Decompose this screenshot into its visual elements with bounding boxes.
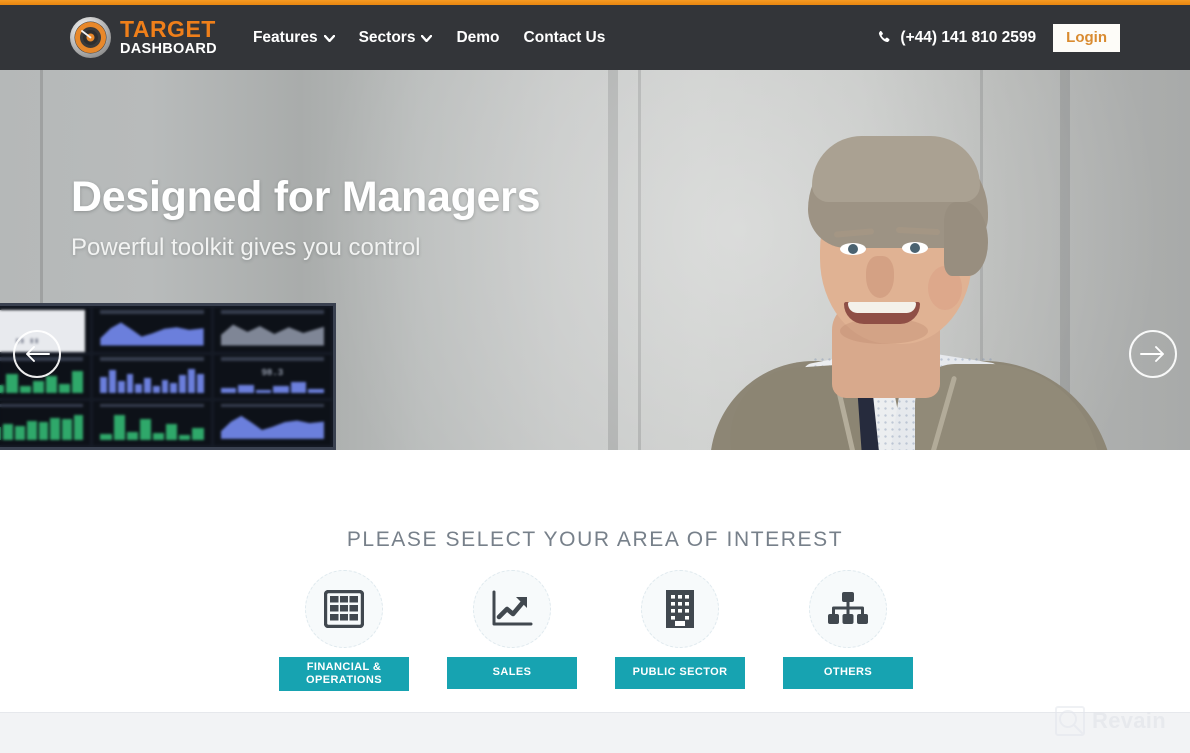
card-icon-circle: [305, 570, 383, 648]
arrow-right-icon: [1140, 345, 1166, 363]
target-dial-icon: [69, 16, 112, 59]
site-navbar: TARGET DASHBOARD Features Sectors Demo C…: [0, 5, 1190, 70]
nav-item-sectors[interactable]: Sectors: [359, 29, 433, 47]
card-label-button[interactable]: PUBLIC SECTOR: [615, 657, 745, 689]
nav-item-demo[interactable]: Demo: [456, 29, 499, 47]
chevron-down-icon: [421, 35, 433, 42]
interest-card-financial-operations[interactable]: FINANCIAL & OPERATIONS: [279, 570, 409, 692]
section-heading: PLEASE SELECT YOUR AREA OF INTEREST: [346, 528, 844, 551]
chevron-down-icon: [323, 35, 335, 42]
primary-nav: Features Sectors Demo Contact Us: [253, 29, 605, 47]
card-icon-circle: [809, 570, 887, 648]
card-label-button[interactable]: SALES: [447, 657, 577, 689]
interest-card-others[interactable]: OTHERS: [783, 570, 913, 691]
phone-number[interactable]: (+44) 141 810 2599: [877, 29, 1036, 47]
card-icon-circle: [641, 570, 719, 648]
page-root: TARGET DASHBOARD Features Sectors Demo C…: [0, 0, 1190, 753]
card-label-button[interactable]: OTHERS: [783, 657, 913, 689]
nav-item-label: Features: [252, 28, 318, 46]
interest-card-sales[interactable]: SALES: [447, 570, 577, 691]
phone-number-text: (+44) 141 810 2599: [900, 28, 1037, 46]
carousel-next-button[interactable]: [1129, 330, 1177, 378]
area-of-interest-section: PLEASE SELECT YOUR AREA OF INTEREST FINA…: [0, 450, 1190, 712]
card-label-button[interactable]: FINANCIAL & OPERATIONS: [279, 657, 409, 692]
hero-carousel: ▮▮ ▮▮ 98.3 Designed for Managers Powerfu…: [0, 70, 1190, 450]
line-chart-up-icon: [491, 590, 533, 628]
nav-item-features[interactable]: Features: [253, 29, 335, 47]
hero-subtitle: Powerful toolkit gives you control: [71, 234, 421, 262]
nav-item-label: Demo: [456, 28, 500, 46]
nav-item-label: Contact Us: [523, 28, 606, 46]
nav-item-label: Sectors: [358, 28, 416, 46]
footer-strip: [0, 712, 1190, 753]
interest-card-public-sector[interactable]: PUBLIC SECTOR: [615, 570, 745, 691]
phone-icon: [877, 30, 892, 45]
brand-logo[interactable]: TARGET DASHBOARD: [69, 16, 217, 59]
card-icon-circle: [473, 570, 551, 648]
table-grid-icon: [324, 590, 364, 628]
carousel-prev-button[interactable]: [13, 330, 61, 378]
hero-caption: Designed for Managers Powerful toolkit g…: [71, 173, 541, 262]
hero-person: [700, 106, 1130, 450]
revain-watermark-text: Revain: [1092, 708, 1166, 733]
revain-magnifier-icon: [1055, 706, 1085, 736]
interest-cards: FINANCIAL & OPERATIONS SALES PUBLIC SECT…: [279, 570, 913, 692]
org-chart-icon: [827, 591, 869, 627]
nav-item-contact-us[interactable]: Contact Us: [524, 29, 606, 47]
navbar-right: (+44) 141 810 2599 Login: [877, 23, 1120, 52]
hero-title: Designed for Managers: [71, 173, 541, 221]
arrow-left-icon: [24, 345, 50, 363]
brand-name-secondary: DASHBOARD: [120, 41, 217, 58]
hero-monitor-wall: ▮▮ ▮▮ 98.3: [0, 303, 336, 450]
revain-watermark: Revain: [1055, 706, 1166, 736]
login-button[interactable]: Login: [1053, 23, 1120, 52]
office-building-icon: [664, 589, 696, 629]
brand-name-primary: TARGET: [120, 16, 216, 43]
